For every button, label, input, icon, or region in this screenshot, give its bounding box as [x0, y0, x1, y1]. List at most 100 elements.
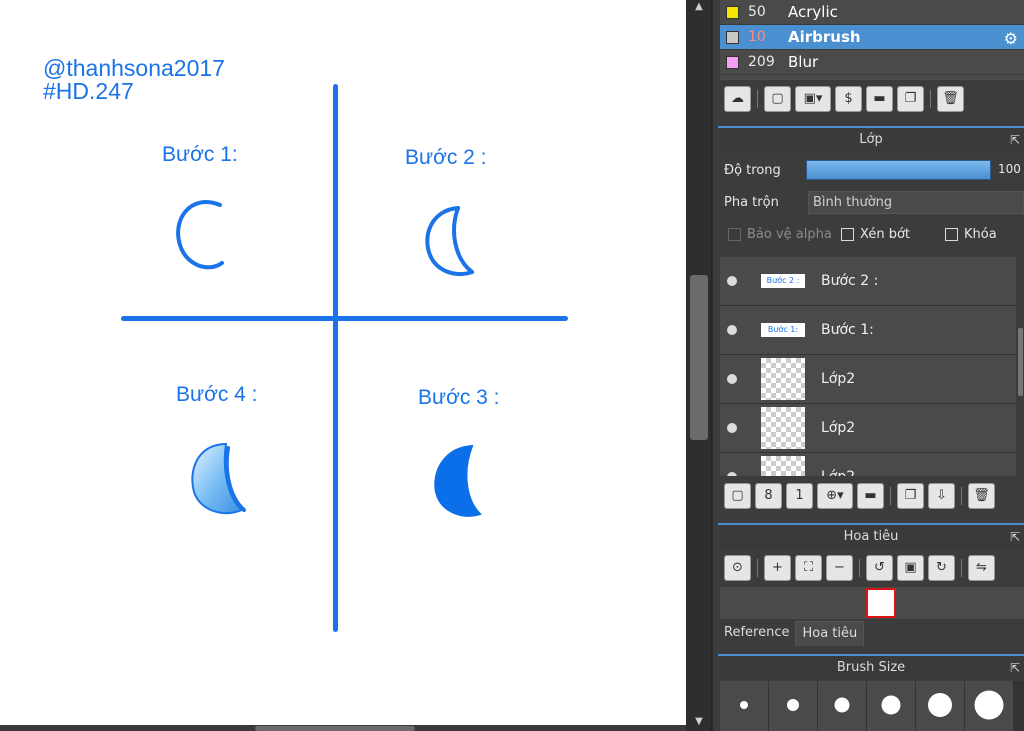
- visibility-eye-icon[interactable]: [727, 374, 737, 384]
- step4-label: Bước 4 :: [176, 383, 258, 406]
- scroll-up-arrow-icon[interactable]: ▲: [691, 0, 707, 14]
- canvas-vertical-scrollbar[interactable]: ▲ ▼: [686, 0, 712, 731]
- layer-thumbnail: [761, 456, 805, 476]
- navigator-popout-icon[interactable]: ⇱: [1010, 525, 1020, 549]
- brush-size-header: Brush Size ⇱: [718, 654, 1024, 680]
- brush-size-preset[interactable]: [916, 681, 965, 731]
- flip-icon[interactable]: ⇋: [968, 555, 995, 581]
- tab-navigator[interactable]: Hoa tiêu: [795, 621, 865, 646]
- vertical-divider-line: [333, 84, 338, 632]
- brush-item[interactable]: 70Smudge: [720, 75, 1024, 80]
- brush-item[interactable]: 209 Blur: [720, 50, 1024, 75]
- layer-thumbnail: Bước 2 :: [761, 274, 805, 288]
- brush-size-presets: [720, 681, 1024, 731]
- add-brush-dropdown-icon[interactable]: ▣▾: [795, 86, 831, 112]
- navigator-thumbnail[interactable]: [866, 588, 896, 618]
- layer-item[interactable]: Bước 2 : Bước 2 :: [720, 257, 1016, 306]
- fit-screen-icon[interactable]: ⛶: [795, 555, 822, 581]
- brush-size-value: 50: [748, 4, 766, 20]
- brush-size-title: Brush Size: [836, 660, 906, 675]
- zoom-in-icon[interactable]: +: [764, 555, 791, 581]
- zoom-actual-icon[interactable]: ⊙: [724, 555, 751, 581]
- visibility-eye-icon[interactable]: [727, 325, 737, 335]
- scroll-down-arrow-icon[interactable]: ▼: [691, 715, 707, 729]
- brush-size-preset[interactable]: [720, 681, 769, 731]
- new-layer-icon[interactable]: ▢: [724, 483, 751, 509]
- step4-moon-drawing: [191, 442, 246, 515]
- layer-name: Bước 1:: [821, 322, 874, 338]
- merge-layer-icon[interactable]: ⇩: [928, 483, 955, 509]
- layer-item[interactable]: Lớp2: [720, 355, 1016, 404]
- step3-moon-drawing: [434, 444, 482, 517]
- brush-size-value: 70: [748, 79, 788, 80]
- new-1bit-layer-icon[interactable]: 1: [786, 483, 813, 509]
- cloud-download-icon[interactable]: ☁: [724, 86, 751, 112]
- layer-panel-header: Lớp ⇱: [718, 126, 1024, 152]
- zoom-out-icon[interactable]: −: [826, 555, 853, 581]
- layer-item[interactable]: Bước 1: Bước 1:: [720, 306, 1016, 355]
- brush-size-preset[interactable]: [818, 681, 867, 731]
- rotate-left-icon[interactable]: ↺: [866, 555, 893, 581]
- brush-settings-icon[interactable]: $: [835, 86, 862, 112]
- brush-size-popout-icon[interactable]: ⇱: [1010, 656, 1020, 680]
- blend-mode-select[interactable]: Bình thường: [808, 191, 1024, 214]
- opacity-slider[interactable]: [806, 160, 991, 180]
- navigator-title: Hoa tiêu: [843, 529, 899, 544]
- brush-size-value: 10: [748, 29, 766, 45]
- vertical-scroll-thumb[interactable]: [690, 275, 708, 440]
- layer-toolbar: ▢ 8 1 ⊕▾ ▬ ❐ ⇩ 🗑: [720, 479, 995, 513]
- brush-size-preset[interactable]: [867, 681, 916, 731]
- canvas-horizontal-scrollbar[interactable]: [0, 725, 686, 731]
- rotate-right-icon[interactable]: ↻: [928, 555, 955, 581]
- reset-view-icon[interactable]: ▣: [897, 555, 924, 581]
- brush-color-swatch: [726, 5, 739, 19]
- clipping-checkbox[interactable]: Xén bớt: [841, 222, 910, 246]
- protect-alpha-checkbox[interactable]: Bảo vệ alpha: [728, 222, 832, 246]
- navigator-toolbar: ⊙ + ⛶ − ↺ ▣ ↻ ⇋: [720, 551, 995, 585]
- step1-moon-drawing: [176, 200, 224, 270]
- brush-name: Blur: [788, 53, 819, 71]
- duplicate-layer-icon[interactable]: ❐: [897, 483, 924, 509]
- brush-name: Smudge: [788, 78, 850, 80]
- layer-list-scrollbar[interactable]: [1018, 328, 1023, 396]
- brush-color-swatch: [726, 55, 739, 69]
- brush-list: 50 Acrylic 10 Airbrush ⚙ 209 Blur 70Smudge: [720, 0, 1024, 80]
- step1-label: Bước 1:: [162, 143, 238, 166]
- horizontal-scroll-thumb[interactable]: [255, 726, 415, 731]
- duplicate-icon[interactable]: ❐: [897, 86, 924, 112]
- brush-color-swatch: [726, 30, 739, 44]
- brush-name: Airbrush: [788, 28, 861, 46]
- new-8bit-layer-icon[interactable]: 8: [755, 483, 782, 509]
- layer-folder-icon[interactable]: ▬: [857, 483, 884, 509]
- trash-icon[interactable]: 🗑: [937, 86, 964, 112]
- layer-item[interactable]: Lớp2: [720, 453, 1016, 476]
- visibility-eye-icon[interactable]: [727, 472, 737, 476]
- opacity-label: Độ trong: [724, 162, 781, 178]
- step2-label: Bước 2 :: [405, 146, 487, 169]
- layer-thumbnail: [761, 407, 805, 449]
- layer-thumbnail: [761, 358, 805, 400]
- delete-layer-icon[interactable]: 🗑: [968, 483, 995, 509]
- add-layer-dropdown-icon[interactable]: ⊕▾: [817, 483, 853, 509]
- visibility-eye-icon[interactable]: [727, 276, 737, 286]
- layer-name: Lớp2: [821, 469, 855, 476]
- brush-name: Acrylic: [788, 3, 838, 21]
- brush-item[interactable]: 50 Acrylic: [720, 0, 1024, 25]
- layer-item[interactable]: Lớp2: [720, 404, 1016, 453]
- folder-icon[interactable]: ▬: [866, 86, 893, 112]
- layer-list: Bước 2 : Bước 2 : Bước 1: Bước 1: Lớp2 Lớp2 Lớ…: [720, 257, 1016, 476]
- drawing-canvas[interactable]: @thanhsona2017 #HD.247 Bước 1: Bước 2 : …: [0, 0, 686, 725]
- layer-name: Lớp2: [821, 420, 856, 436]
- brush-item[interactable]: 10 Airbrush ⚙: [720, 25, 1024, 50]
- popout-icon[interactable]: ⇱: [1010, 128, 1020, 152]
- step3-label: Bước 3 :: [418, 386, 500, 409]
- lock-checkbox[interactable]: Khóa: [945, 222, 997, 246]
- tab-reference[interactable]: Reference: [718, 621, 795, 646]
- gear-icon[interactable]: ⚙: [1004, 29, 1018, 48]
- visibility-eye-icon[interactable]: [727, 423, 737, 433]
- new-brush-icon[interactable]: ▢: [764, 86, 791, 112]
- brush-size-preset[interactable]: [965, 681, 1014, 731]
- brush-toolbar: ☁ ▢ ▣▾ $ ▬ ❐ 🗑: [720, 82, 964, 116]
- navigator-tabs: Reference Hoa tiêu: [718, 621, 865, 646]
- brush-size-preset[interactable]: [769, 681, 818, 731]
